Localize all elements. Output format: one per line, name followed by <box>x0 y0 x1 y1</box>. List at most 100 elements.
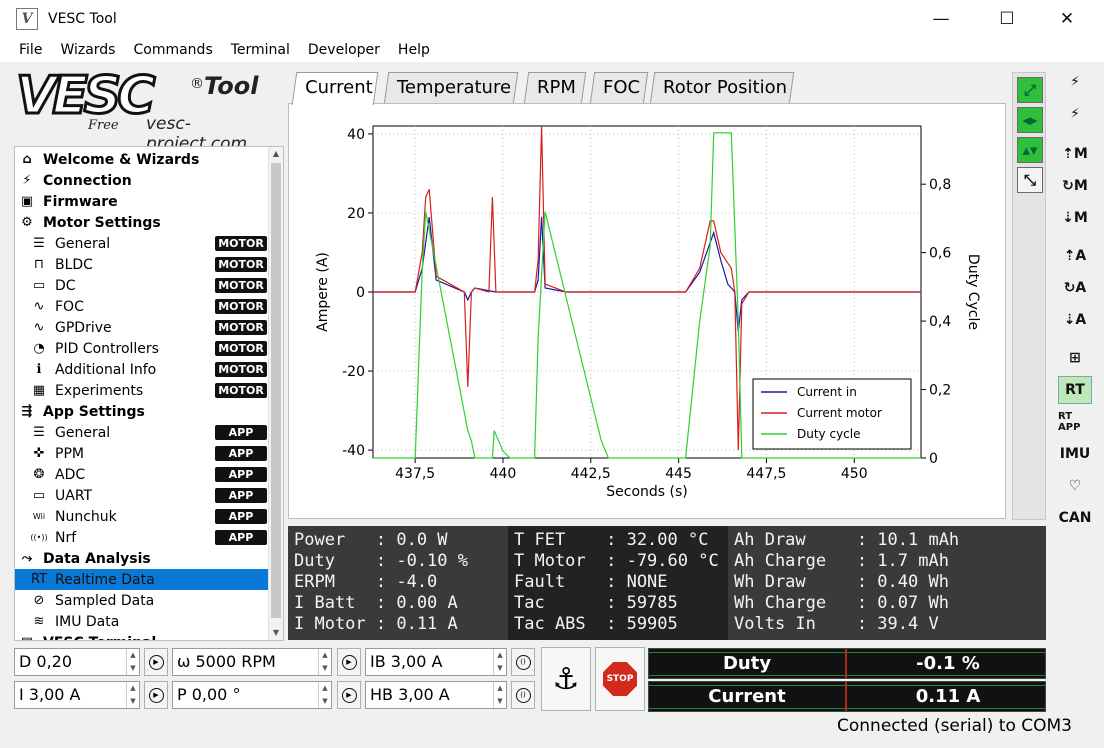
tree-item-welcome-wizards[interactable]: ⌂ Welcome & Wizards <box>15 149 269 170</box>
spin-arrows-icon[interactable]: ▲ ▼ <box>126 649 139 675</box>
read-motor-config-icon: ⇡M <box>1062 146 1088 162</box>
zoom-fit-button[interactable]: ⤢ <box>1017 77 1043 103</box>
menu-commands[interactable]: Commands <box>124 42 221 58</box>
stop-button[interactable]: STOP <box>595 647 645 711</box>
tab-rotor-position[interactable]: Rotor Position <box>649 72 795 104</box>
tree-item-ppm[interactable]: ✜ PPM APP <box>15 443 269 464</box>
position-spinbox[interactable]: P 0,00 ° ▲ ▼ <box>172 681 332 709</box>
can-nodes-button[interactable]: ⊞ <box>1058 344 1092 372</box>
menu-wizards[interactable]: Wizards <box>51 42 124 58</box>
keepalive-heart-button[interactable]: ♡ <box>1058 472 1092 500</box>
tree-item-imu-data[interactable]: ≋ IMU Data <box>15 611 269 632</box>
spin-arrows-icon[interactable]: ▲ ▼ <box>318 649 331 675</box>
tree-item-realtime-data[interactable]: RT Realtime Data <box>15 569 269 590</box>
minimize-button[interactable]: — <box>918 0 964 38</box>
tree-item-experiments[interactable]: ▦ Experiments MOTOR <box>15 380 269 401</box>
tab-current-label: Current <box>305 77 373 98</box>
tree-item-general[interactable]: ☰ General MOTOR <box>15 233 269 254</box>
duty-gauge-label: Duty <box>722 653 772 674</box>
menu-file[interactable]: File <box>10 42 51 58</box>
nunchuk-icon: Wii <box>32 512 46 521</box>
tree-item-motor-settings[interactable]: ⚙ Motor Settings <box>15 212 269 233</box>
disconnect-button[interactable]: ⚡ <box>1058 100 1092 128</box>
tree-item-adc[interactable]: ❂ ADC APP <box>15 464 269 485</box>
anchor-button[interactable]: ⚓ <box>541 647 591 711</box>
tree-item-foc[interactable]: ∿ FOC MOTOR <box>15 296 269 317</box>
tree-item-uart[interactable]: ▭ UART APP <box>15 485 269 506</box>
tree-item-vesc-terminal[interactable]: ▤ VESC Terminal <box>15 632 269 641</box>
can-forward-button[interactable]: CAN <box>1058 504 1092 532</box>
brake-icon: () <box>515 654 531 670</box>
read-app-config-button[interactable]: ⇡A <box>1058 242 1092 270</box>
tree-scrollbar[interactable]: ▲ ▼ <box>268 147 283 640</box>
tree-item-nunchuk[interactable]: Wii Nunchuk APP <box>15 506 269 527</box>
current-spinbox[interactable]: I 3,00 A ▲ ▼ <box>14 681 140 709</box>
rt-wh-draw: Wh Draw : 0.40 Wh <box>734 572 949 592</box>
duty-gauge-value: -0.1 % <box>916 653 980 674</box>
handbrake-spinbox[interactable]: HB 3,00 A ▲ ▼ <box>365 681 507 709</box>
maximize-button[interactable]: ☐ <box>984 0 1030 38</box>
tree-item-gpdrive[interactable]: ∿ GPDrive MOTOR <box>15 317 269 338</box>
write-app-config-button[interactable]: ⇣A <box>1058 306 1092 334</box>
current-gauge-label: Current <box>708 686 786 707</box>
imu-stream-button[interactable]: IMU <box>1058 440 1092 468</box>
connect-button[interactable]: ⚡ <box>1058 68 1092 96</box>
tree-item-firmware[interactable]: ▣ Firmware <box>15 191 269 212</box>
spin-arrows-icon[interactable]: ▲ ▼ <box>318 682 331 708</box>
zoom-horizontal-button[interactable]: ◂▸ <box>1017 107 1043 133</box>
tree-item-nrf[interactable]: ((•)) Nrf APP <box>15 527 269 548</box>
tree-item-general[interactable]: ☰ General APP <box>15 422 269 443</box>
gamepad-icon: ✜ <box>33 446 45 461</box>
reset-motor-config-button[interactable]: ↻M <box>1058 172 1092 200</box>
tree-item-label: PPM <box>55 445 84 462</box>
legend-label: Current in <box>797 385 857 399</box>
tree-item-pid-controllers[interactable]: ◔ PID Controllers MOTOR <box>15 338 269 359</box>
scrollbar-thumb[interactable] <box>271 163 281 618</box>
scroll-down-icon[interactable]: ▼ <box>269 626 283 640</box>
gauge-icon: ◔ <box>33 341 45 356</box>
realtime-app-button[interactable]: RT APP <box>1058 408 1092 436</box>
rpm-spinbox[interactable]: ω 5000 RPM ▲ ▼ <box>172 648 332 676</box>
spin-arrows-icon[interactable]: ▲ ▼ <box>493 649 506 675</box>
spin-arrows-icon[interactable]: ▲ ▼ <box>493 682 506 708</box>
menu-developer[interactable]: Developer <box>299 42 389 58</box>
menu-terminal[interactable]: Terminal <box>222 42 299 58</box>
zoom-vertical-button[interactable]: ▴▾ <box>1017 137 1043 163</box>
tree-item-data-analysis[interactable]: ⤳ Data Analysis <box>15 548 269 569</box>
close-button[interactable]: ✕ <box>1044 0 1090 38</box>
tree-item-dc[interactable]: ▭ DC MOTOR <box>15 275 269 296</box>
play-icon: ▶ <box>148 687 164 703</box>
write-motor-config-button[interactable]: ⇣M <box>1058 204 1092 232</box>
set-current-button[interactable]: ▶ <box>144 681 168 709</box>
brake-current-spinbox[interactable]: IB 3,00 A ▲ ▼ <box>365 648 507 676</box>
tree-item-connection[interactable]: ⚡ Connection <box>15 170 269 191</box>
tree-item-bldc[interactable]: ⊓ BLDC MOTOR <box>15 254 269 275</box>
tree-item-sampled-data[interactable]: ⊘ Sampled Data <box>15 590 269 611</box>
rescale-button[interactable]: ⤡ <box>1017 167 1043 193</box>
tree-item-label: General <box>55 235 111 252</box>
current-chart[interactable]: 437,5 440 442,5 445 447,5 450 40 20 0 -20 -40 0,8 0,… <box>289 104 1005 518</box>
set-duty-button[interactable]: ▶ <box>144 648 168 676</box>
set-handbrake-button[interactable]: () <box>511 681 535 709</box>
tab-rpm[interactable]: RPM <box>523 72 587 104</box>
legend-label: Current motor <box>797 406 882 420</box>
realtime-stream-button[interactable]: RT <box>1058 376 1092 404</box>
set-rpm-button[interactable]: ▶ <box>337 648 361 676</box>
scroll-up-icon[interactable]: ▲ <box>269 147 283 161</box>
connect-icon: ⚡ <box>1070 74 1080 90</box>
menu-help[interactable]: Help <box>389 42 439 58</box>
set-brake-button[interactable]: () <box>511 648 535 676</box>
read-motor-config-button[interactable]: ⇡M <box>1058 140 1092 168</box>
reset-app-config-button[interactable]: ↻A <box>1058 274 1092 302</box>
set-position-button[interactable]: ▶ <box>337 681 361 709</box>
gauge-marker <box>845 682 847 711</box>
x-tick-label: 437,5 <box>395 466 435 482</box>
tab-foc[interactable]: FOC <box>589 72 649 104</box>
spin-arrows-icon[interactable]: ▲ ▼ <box>126 682 139 708</box>
tab-temperature[interactable]: Temperature <box>383 72 519 104</box>
tree-item-additional-info[interactable]: ℹ Additional Info MOTOR <box>15 359 269 380</box>
duty-spinbox[interactable]: D 0,20 ▲ ▼ <box>14 648 140 676</box>
tree-item-app-settings[interactable]: ⇶ App Settings <box>15 401 269 422</box>
disconnect-icon: ⚡ <box>1070 106 1080 122</box>
tab-current[interactable]: Current <box>291 72 379 105</box>
